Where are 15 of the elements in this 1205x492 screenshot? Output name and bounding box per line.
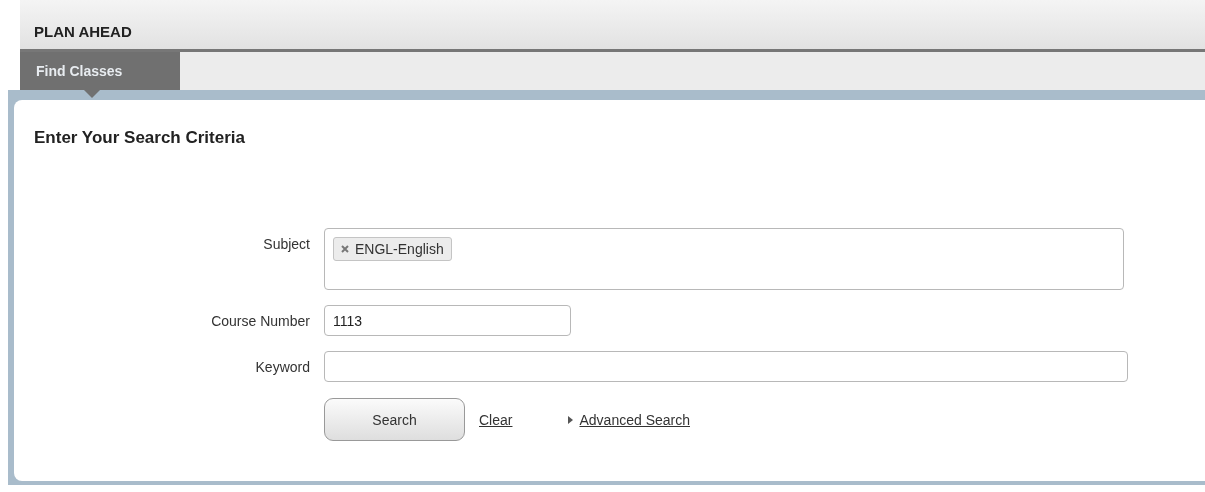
search-button[interactable]: Search [324,398,465,441]
caret-icon [568,415,574,424]
field-label: Keyword [255,358,310,375]
field-label: Subject [263,235,310,252]
section-heading: Enter Your Search Criteria [34,128,245,148]
field-label: Course Number [211,312,310,329]
subject-tag[interactable]: ENGL-English [333,237,452,261]
page-title: PLAN AHEAD [34,23,132,40]
input-field[interactable] [324,351,1128,382]
remove-icon[interactable] [341,245,349,253]
subject-field[interactable]: ENGL-English [324,228,1124,290]
tab[interactable]: Find Classes [20,52,180,90]
advanced-search-link[interactable]: Advanced Search [568,411,690,428]
input-field[interactable]: 1113 [324,305,571,336]
clear-link[interactable]: Clear [479,411,513,428]
